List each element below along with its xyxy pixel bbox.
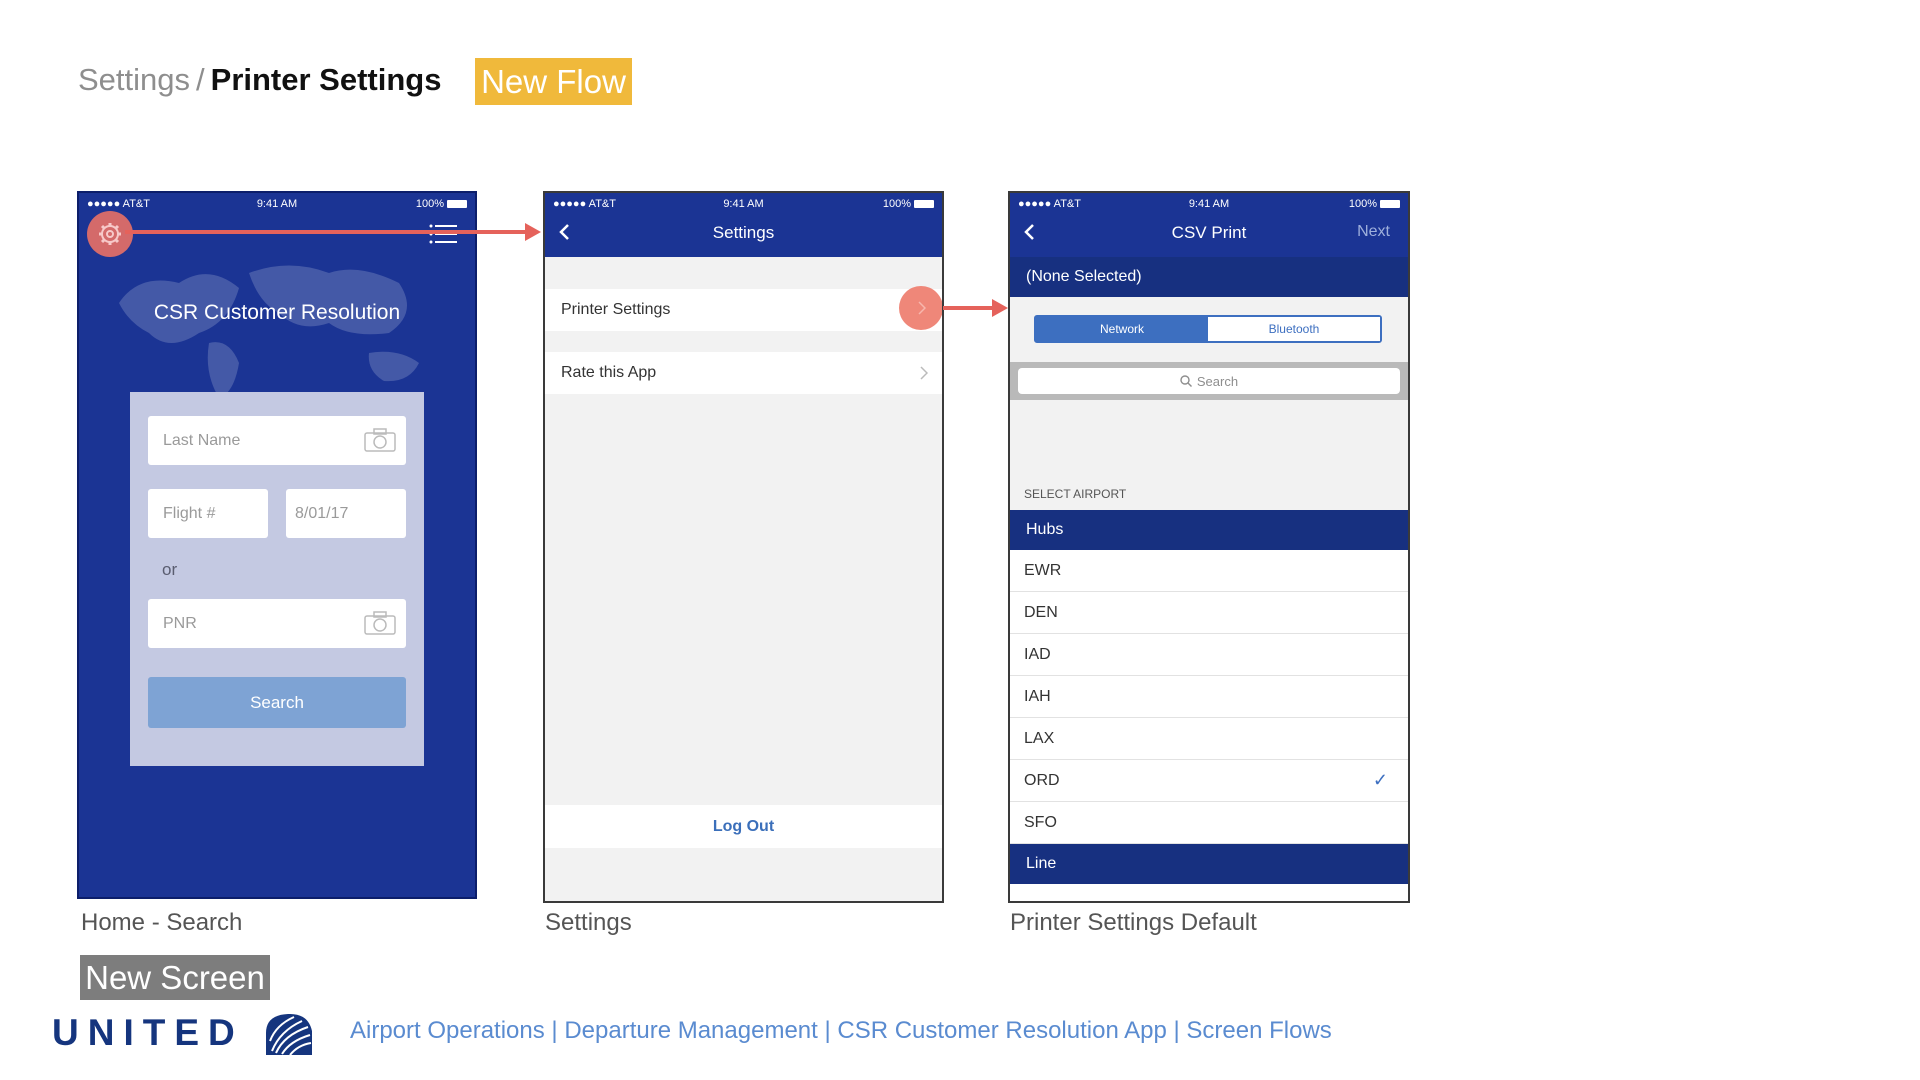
breadcrumb-current: Printer Settings <box>210 62 442 97</box>
screen-caption-home: Home - Search <box>81 909 243 936</box>
airport-row-lax[interactable]: LAX <box>1010 718 1408 760</box>
airport-row-den[interactable]: DEN <box>1010 592 1408 634</box>
battery-label: 100% <box>882 198 911 210</box>
battery-indicator: 100% <box>883 198 934 210</box>
selected-printer-label: (None Selected) <box>1010 257 1408 297</box>
last-name-placeholder: Last Name <box>163 431 241 449</box>
camera-icon[interactable] <box>364 428 396 452</box>
nav-title: Settings <box>712 223 775 242</box>
menu-icon[interactable] <box>429 224 457 244</box>
airport-code: IAH <box>1024 687 1051 705</box>
airport-code: DEN <box>1024 603 1058 621</box>
battery-label: 100% <box>1348 198 1377 210</box>
settings-item-printer[interactable]: Printer Settings <box>545 289 942 331</box>
flow-arrow-head <box>525 223 541 241</box>
airport-row-ewr[interactable]: EWR <box>1010 550 1408 592</box>
battery-indicator: 100% <box>416 198 467 210</box>
united-globe-icon <box>266 1013 312 1056</box>
search-input[interactable]: Search <box>1018 368 1400 394</box>
connection-segment-area: Network Bluetooth <box>1010 297 1408 362</box>
airport-code: EWR <box>1024 561 1062 579</box>
app-title: CSR Customer Resolution <box>153 301 401 324</box>
nav-title: CSV Print <box>1171 223 1247 242</box>
flow-arrow-line <box>943 306 994 310</box>
line-group-header: Line <box>1010 844 1408 884</box>
next-button[interactable]: Next <box>1357 223 1390 241</box>
status-bar: ●●●●● AT&T 9:41 AM 100% <box>1010 193 1408 215</box>
battery-icon <box>1380 200 1400 208</box>
pnr-input[interactable]: PNR <box>148 599 406 648</box>
airport-row-iad[interactable]: IAD <box>1010 634 1408 676</box>
new-flow-badge: New Flow <box>475 58 632 105</box>
united-logo-wordmark: UNITED <box>52 1012 244 1053</box>
airport-code: IAD <box>1024 645 1051 663</box>
log-out-button[interactable]: Log Out <box>545 805 942 848</box>
nav-bar: ●●●●● AT&T 9:41 AM 100% Settings <box>545 193 942 257</box>
camera-icon[interactable] <box>364 611 396 635</box>
date-input[interactable]: 8/01/17 <box>286 489 406 538</box>
search-icon <box>1180 375 1192 387</box>
pnr-placeholder: PNR <box>163 614 197 632</box>
settings-item-rate-app[interactable]: Rate this App <box>545 352 942 394</box>
chevron-right-icon <box>920 366 928 380</box>
page-title: Settings / Printer Settings <box>78 62 441 98</box>
nav-bar: ●●●●● AT&T 9:41 AM 100% CSV Print Next <box>1010 193 1408 257</box>
settings-item-label: Printer Settings <box>561 301 671 318</box>
screen-caption-settings: Settings <box>545 909 632 936</box>
gear-icon <box>99 223 121 245</box>
checkmark-icon: ✓ <box>1372 770 1388 790</box>
home-search-screen: ●●●●● AT&T 9:41 AM 100% CSR Customer Res… <box>77 191 477 899</box>
flow-arrow-head <box>992 299 1008 317</box>
airport-code: ORD <box>1024 771 1060 789</box>
airport-row-iah[interactable]: IAH <box>1010 676 1408 718</box>
connection-segmented-control: Network Bluetooth <box>1034 315 1382 343</box>
battery-label: 100% <box>415 198 444 210</box>
breadcrumb-parent: Settings <box>78 62 191 97</box>
battery-icon <box>914 200 934 208</box>
footer-text: Airport Operations | Departure Managemen… <box>350 1017 1332 1044</box>
settings-screen: ●●●●● AT&T 9:41 AM 100% Settings Printer… <box>543 191 944 903</box>
last-name-input[interactable]: Last Name <box>148 416 406 465</box>
search-placeholder: Search <box>1196 373 1239 389</box>
settings-item-label: Rate this App <box>561 364 657 381</box>
airport-code: LAX <box>1024 729 1055 747</box>
airport-row-ord[interactable]: ORD ✓ <box>1010 760 1408 802</box>
segment-network[interactable]: Network <box>1036 317 1208 341</box>
breadcrumb-separator: / <box>196 62 205 97</box>
segment-bluetooth[interactable]: Bluetooth <box>1208 317 1380 341</box>
battery-icon <box>447 200 467 208</box>
settings-gear-button[interactable] <box>87 211 133 257</box>
printer-settings-screen: ●●●●● AT&T 9:41 AM 100% CSV Print Next (… <box>1008 191 1410 903</box>
section-header: SELECT AIRPORT <box>1024 487 1127 501</box>
chevron-right-icon <box>917 301 926 315</box>
new-screen-badge: New Screen <box>80 955 270 1000</box>
date-value: 8/01/17 <box>295 504 349 522</box>
flow-arrow-line <box>125 230 527 234</box>
status-bar: ●●●●● AT&T 9:41 AM 100% <box>79 193 475 215</box>
flight-number-input[interactable]: Flight # <box>148 489 268 538</box>
status-bar: ●●●●● AT&T 9:41 AM 100% <box>545 193 942 215</box>
screen-caption-printer: Printer Settings Default <box>1010 909 1257 936</box>
airport-row-sfo[interactable]: SFO <box>1010 802 1408 844</box>
flight-number-placeholder: Flight # <box>163 504 216 522</box>
hubs-group-header: Hubs <box>1010 510 1408 550</box>
or-label: or <box>162 560 178 579</box>
search-button[interactable]: Search <box>148 677 406 728</box>
battery-indicator: 100% <box>1349 198 1400 210</box>
airport-code: SFO <box>1024 813 1057 831</box>
tap-indicator[interactable] <box>899 286 942 330</box>
search-form-card: Last Name Flight # 8/01/17 or PNR Search <box>130 392 424 766</box>
search-bar: Search <box>1010 362 1408 400</box>
